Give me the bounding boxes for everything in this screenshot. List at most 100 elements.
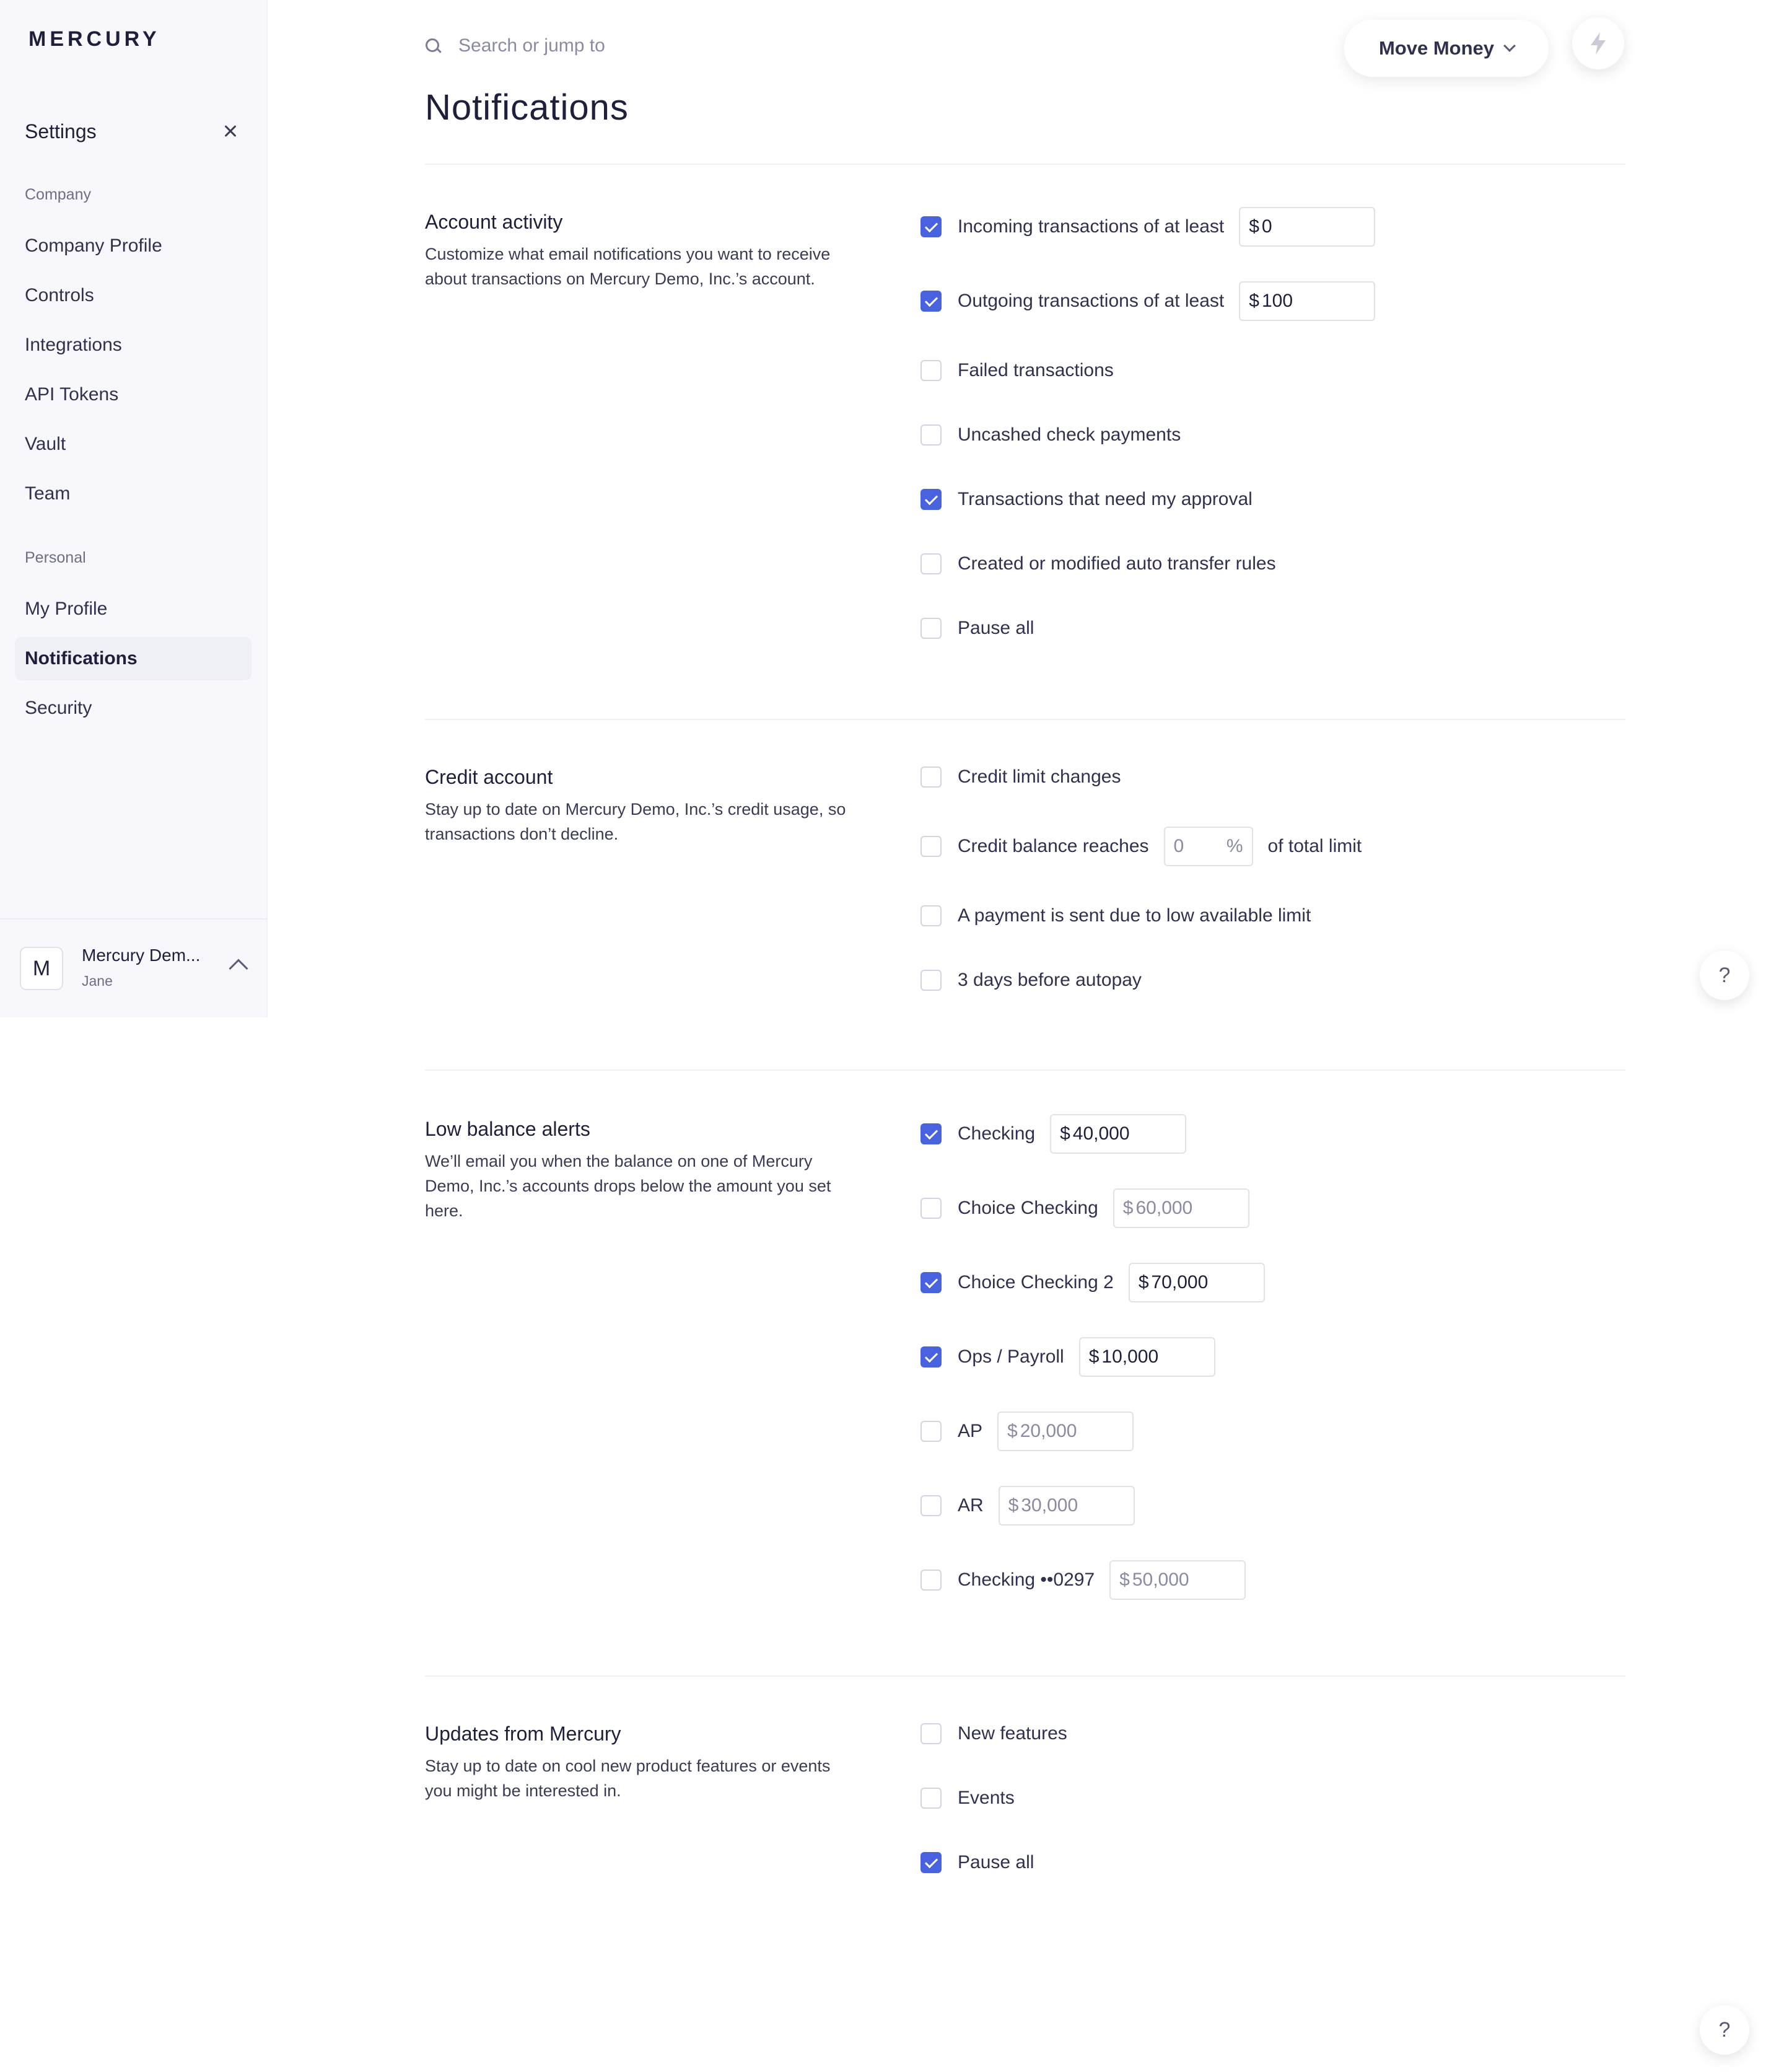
settings-sidebar: MERCURY Settings Company Company Profile… bbox=[0, 0, 268, 1017]
option-pause-all-activity: Pause all bbox=[920, 608, 1034, 648]
outgoing-amount-input[interactable]: $100 bbox=[1239, 281, 1376, 321]
credit-account-description: Stay up to date on Mercury Demo, Inc.’s … bbox=[425, 800, 846, 843]
checking-0297-checkbox[interactable] bbox=[920, 1569, 942, 1591]
divider bbox=[425, 1069, 1625, 1071]
option-label: Choice Checking bbox=[958, 1198, 1098, 1218]
option-failed-transactions: Failed transactions bbox=[920, 351, 1114, 390]
updates-title: Updates from Mercury bbox=[425, 1723, 621, 1745]
option-credit-limit-changes: Credit limit changes bbox=[920, 757, 1121, 797]
choice-checking-2-checkbox[interactable] bbox=[920, 1272, 942, 1293]
option-label: AR bbox=[958, 1495, 984, 1516]
option-choice-checking-2: Choice Checking 2 $70,000 bbox=[920, 1263, 1265, 1302]
events-checkbox[interactable] bbox=[920, 1788, 942, 1809]
account-switcher[interactable]: M Mercury Dem... Jane bbox=[0, 918, 268, 1017]
sidebar-item-security[interactable]: Security bbox=[15, 687, 251, 730]
settings-title: Settings bbox=[25, 120, 97, 143]
ops-payroll-checkbox[interactable] bbox=[920, 1346, 942, 1367]
ap-amount-input[interactable]: $20,000 bbox=[997, 1411, 1134, 1451]
sidebar-item-team[interactable]: Team bbox=[15, 472, 251, 516]
checking-amount-input[interactable]: $40,000 bbox=[1050, 1114, 1187, 1154]
approval-transactions-checkbox[interactable] bbox=[920, 489, 942, 510]
account-activity-description: Customize what email notifications you w… bbox=[425, 245, 831, 288]
uncashed-checks-checkbox[interactable] bbox=[920, 424, 942, 446]
quick-actions-button[interactable] bbox=[1572, 17, 1624, 69]
option-label: Ops / Payroll bbox=[958, 1346, 1064, 1367]
credit-limit-changes-checkbox[interactable] bbox=[920, 766, 942, 788]
checking-0297-amount-input[interactable]: $50,000 bbox=[1109, 1560, 1246, 1600]
settings-header: Settings bbox=[25, 118, 243, 145]
low-balance-title: Low balance alerts bbox=[425, 1118, 590, 1140]
auto-transfer-rules-checkbox[interactable] bbox=[920, 553, 942, 574]
credit-account-title: Credit account bbox=[425, 766, 553, 788]
divider bbox=[425, 719, 1625, 720]
choice-checking-2-amount-input[interactable]: $70,000 bbox=[1128, 1263, 1265, 1302]
option-ap: AP $20,000 bbox=[920, 1411, 1134, 1451]
divider bbox=[425, 164, 1625, 165]
divider bbox=[425, 1675, 1625, 1677]
move-money-button[interactable]: Move Money bbox=[1344, 20, 1549, 77]
failed-transactions-checkbox[interactable] bbox=[920, 360, 942, 381]
option-label: Pause all bbox=[958, 1852, 1034, 1872]
option-auto-transfer-rules: Created or modified auto transfer rules bbox=[920, 544, 1276, 584]
option-ops-payroll: Ops / Payroll $10,000 bbox=[920, 1337, 1215, 1377]
search-input[interactable] bbox=[458, 35, 681, 56]
search-icon bbox=[424, 37, 442, 55]
choice-checking-amount-input[interactable]: $60,000 bbox=[1113, 1188, 1249, 1228]
company-group-label: Company bbox=[25, 186, 91, 203]
sidebar-item-company-profile[interactable]: Company Profile bbox=[15, 224, 251, 268]
ar-checkbox[interactable] bbox=[920, 1495, 942, 1516]
option-label: New features bbox=[958, 1723, 1067, 1744]
option-events: Events bbox=[920, 1778, 1015, 1818]
credit-percent-input[interactable]: 0% bbox=[1163, 827, 1253, 866]
pause-all-activity-checkbox[interactable] bbox=[920, 618, 942, 639]
chevron-up-icon[interactable] bbox=[229, 959, 248, 978]
page-title: Notifications bbox=[425, 87, 629, 128]
option-label: Events bbox=[958, 1788, 1015, 1808]
lightning-icon bbox=[1591, 32, 1606, 55]
sidebar-item-integrations[interactable]: Integrations bbox=[15, 323, 251, 367]
avatar: M bbox=[20, 947, 63, 990]
help-button[interactable]: ? bbox=[1700, 2005, 1749, 2055]
ar-amount-input[interactable]: $30,000 bbox=[998, 1486, 1135, 1525]
option-label: Failed transactions bbox=[958, 360, 1114, 380]
checking-checkbox[interactable] bbox=[920, 1123, 942, 1144]
close-icon[interactable] bbox=[218, 119, 243, 144]
option-label: Created or modified auto transfer rules bbox=[958, 553, 1276, 574]
sidebar-item-controls[interactable]: Controls bbox=[15, 274, 251, 317]
option-new-features: New features bbox=[920, 1714, 1067, 1754]
choice-checking-checkbox[interactable] bbox=[920, 1198, 942, 1219]
before-autopay-checkbox[interactable] bbox=[920, 970, 942, 991]
total-limit-label: of total limit bbox=[1267, 836, 1362, 856]
option-checking-0297: Checking ••0297 $50,000 bbox=[920, 1560, 1246, 1600]
low-limit-payment-checkbox[interactable] bbox=[920, 905, 942, 926]
updates-description: Stay up to date on cool new product feat… bbox=[425, 1757, 831, 1800]
ops-payroll-amount-input[interactable]: $10,000 bbox=[1078, 1337, 1215, 1377]
option-label: Incoming transactions of at least bbox=[958, 216, 1225, 237]
outgoing-transactions-checkbox[interactable] bbox=[920, 291, 942, 312]
sidebar-item-notifications[interactable]: Notifications bbox=[15, 637, 251, 680]
credit-balance-checkbox[interactable] bbox=[920, 836, 942, 857]
help-button[interactable]: ? bbox=[1700, 950, 1749, 1000]
sidebar-item-my-profile[interactable]: My Profile bbox=[15, 587, 251, 631]
option-checking: Checking $40,000 bbox=[920, 1114, 1187, 1154]
mercury-logo[interactable]: MERCURY bbox=[28, 27, 160, 51]
sidebar-item-api-tokens[interactable]: API Tokens bbox=[15, 373, 251, 416]
option-label: Pause all bbox=[958, 618, 1034, 638]
incoming-transactions-checkbox[interactable] bbox=[920, 216, 942, 237]
option-pause-all-updates: Pause all bbox=[920, 1843, 1034, 1882]
new-features-checkbox[interactable] bbox=[920, 1723, 942, 1744]
option-label: AP bbox=[958, 1421, 983, 1441]
search-bar[interactable] bbox=[424, 32, 681, 59]
pause-all-updates-checkbox[interactable] bbox=[920, 1852, 942, 1873]
option-approval-transactions: Transactions that need my approval bbox=[920, 480, 1253, 519]
account-activity-title: Account activity bbox=[425, 211, 563, 233]
incoming-amount-input[interactable]: $0 bbox=[1239, 207, 1376, 247]
option-incoming-transactions: Incoming transactions of at least $0 bbox=[920, 207, 1376, 247]
option-before-autopay: 3 days before autopay bbox=[920, 960, 1142, 1000]
account-name: Mercury Dem... bbox=[82, 946, 201, 965]
option-label: Choice Checking 2 bbox=[958, 1272, 1114, 1293]
low-balance-description: We’ll email you when the balance on one … bbox=[425, 1152, 831, 1220]
option-label: A payment is sent due to low available l… bbox=[958, 905, 1311, 926]
ap-checkbox[interactable] bbox=[920, 1421, 942, 1442]
sidebar-item-vault[interactable]: Vault bbox=[15, 423, 251, 466]
